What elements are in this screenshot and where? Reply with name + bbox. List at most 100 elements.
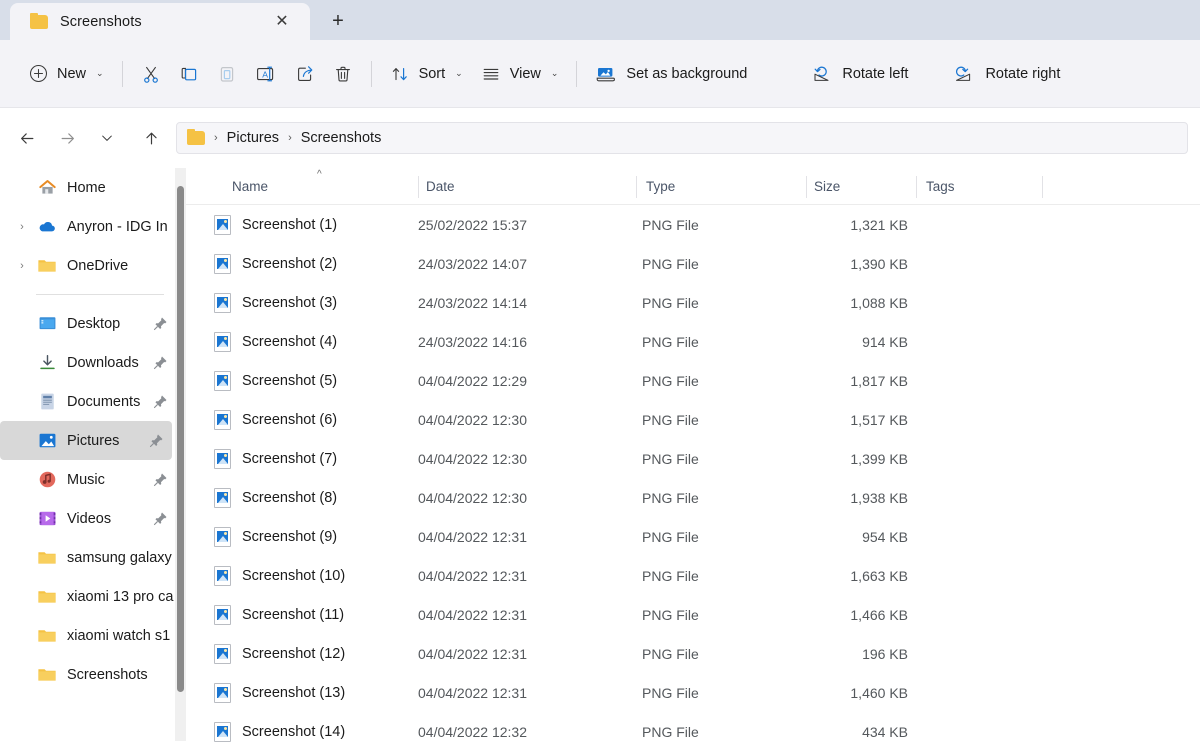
sidebar-item-desktop[interactable]: Desktop [0, 304, 176, 343]
sort-icon [390, 64, 410, 84]
file-type-cell: PNG File [642, 256, 699, 272]
file-name-cell[interactable]: Screenshot (2) [214, 254, 337, 274]
column-header-tags[interactable]: Tags [926, 168, 955, 205]
rotate-left-label: Rotate left [842, 66, 908, 82]
table-row[interactable]: Screenshot (11)04/04/2022 12:31PNG File1… [186, 595, 1192, 634]
sidebar-item-screenshots[interactable]: Screenshots [0, 655, 176, 694]
column-divider[interactable] [806, 176, 807, 198]
close-icon[interactable]: ✕ [272, 12, 292, 32]
recent-locations-button[interactable] [90, 121, 124, 155]
set-as-background-icon [595, 64, 617, 84]
file-name-cell[interactable]: Screenshot (8) [214, 488, 337, 508]
share-button[interactable] [286, 56, 324, 92]
column-divider[interactable] [916, 176, 917, 198]
file-name-cell[interactable]: Screenshot (6) [214, 410, 337, 430]
table-row[interactable]: Screenshot (3)24/03/2022 14:14PNG File1,… [186, 283, 1192, 322]
new-tab-icon[interactable]: + [324, 8, 352, 34]
column-header-size[interactable]: Size [814, 168, 840, 205]
column-header-name[interactable]: Name [232, 168, 268, 205]
file-name-cell[interactable]: Screenshot (1) [214, 215, 337, 235]
file-name-cell[interactable]: Screenshot (7) [214, 449, 337, 469]
table-row[interactable]: Screenshot (5)04/04/2022 12:29PNG File1,… [186, 361, 1192, 400]
sidebar-item-anyron-idg[interactable]: › Anyron - IDG In [0, 207, 176, 246]
file-name-cell[interactable]: Screenshot (11) [214, 605, 344, 625]
file-name-cell[interactable]: Screenshot (13) [214, 683, 345, 703]
file-type-cell: PNG File [642, 646, 699, 662]
sidebar-item-videos[interactable]: Videos [0, 499, 176, 538]
toolbar-divider-2 [371, 61, 372, 87]
table-row[interactable]: Screenshot (14)04/04/2022 12:32PNG File4… [186, 712, 1192, 751]
forward-button[interactable] [50, 121, 84, 155]
sidebar-item-documents[interactable]: Documents [0, 382, 176, 421]
view-button[interactable]: View ⌄ [472, 56, 568, 92]
address-bar[interactable]: › Pictures › Screenshots [176, 122, 1188, 154]
rename-button[interactable]: A [246, 56, 286, 92]
expand-chevron-icon[interactable]: › [8, 260, 36, 272]
table-row[interactable]: Screenshot (6)04/04/2022 12:30PNG File1,… [186, 400, 1192, 439]
view-label: View [510, 66, 541, 82]
tab-screenshots[interactable]: Screenshots ✕ [10, 3, 310, 40]
table-row[interactable]: Screenshot (7)04/04/2022 12:30PNG File1,… [186, 439, 1192, 478]
file-name-label: Screenshot (6) [242, 412, 337, 428]
column-headers: ^ Name Date Type Size Tags [186, 168, 1200, 205]
file-list-pane: ^ Name Date Type Size Tags Screenshot (1… [186, 168, 1200, 741]
set-as-background-button[interactable]: Set as background [586, 56, 756, 92]
sidebar-item-downloads[interactable]: Downloads [0, 343, 176, 382]
file-size-cell: 954 KB [802, 529, 908, 545]
file-name-cell[interactable]: Screenshot (12) [214, 644, 345, 664]
table-row[interactable]: Screenshot (9)04/04/2022 12:31PNG File95… [186, 517, 1192, 556]
sidebar-item-home[interactable]: Home [0, 168, 176, 207]
file-name-cell[interactable]: Screenshot (10) [214, 566, 345, 586]
sidebar-item-music[interactable]: Music [0, 460, 176, 499]
rotate-right-button[interactable]: Rotate right [945, 56, 1069, 92]
rotate-right-icon [954, 64, 976, 84]
sidebar-item-label: Videos [67, 511, 111, 527]
table-row[interactable]: Screenshot (12)04/04/2022 12:31PNG File1… [186, 634, 1192, 673]
title-bar: Screenshots ✕ + [0, 0, 1200, 40]
file-name-cell[interactable]: Screenshot (3) [214, 293, 337, 313]
file-size-cell: 1,938 KB [802, 490, 908, 506]
file-date-cell: 04/04/2022 12:30 [418, 451, 527, 467]
sidebar-scrollbar-thumb[interactable] [177, 186, 184, 692]
paste-button[interactable] [208, 56, 246, 92]
new-button[interactable]: New ⌄ [20, 56, 113, 92]
sidebar-item-label: Anyron - IDG In [67, 219, 168, 235]
file-name-cell[interactable]: Screenshot (9) [214, 527, 337, 547]
column-header-type[interactable]: Type [646, 168, 675, 205]
column-divider[interactable] [636, 176, 637, 198]
table-row[interactable]: Screenshot (8)04/04/2022 12:30PNG File1,… [186, 478, 1192, 517]
file-type-cell: PNG File [642, 334, 699, 350]
breadcrumb-screenshots[interactable]: Screenshots [295, 128, 388, 148]
file-name-cell[interactable]: Screenshot (4) [214, 332, 337, 352]
up-button[interactable] [134, 121, 168, 155]
folder-icon [30, 15, 48, 29]
cut-button[interactable] [132, 56, 170, 92]
sidebar-item-pictures[interactable]: Pictures [0, 421, 172, 460]
table-row[interactable]: Screenshot (13)04/04/2022 12:31PNG File1… [186, 673, 1192, 712]
sidebar-item-samsung-galaxy[interactable]: samsung galaxy [0, 538, 176, 577]
table-row[interactable]: Screenshot (4)24/03/2022 14:16PNG File91… [186, 322, 1192, 361]
sort-button[interactable]: Sort ⌄ [381, 56, 472, 92]
column-divider[interactable] [1042, 176, 1043, 198]
file-size-cell: 1,088 KB [802, 295, 908, 311]
copy-icon [179, 64, 199, 84]
sidebar-item-xiaomi-watch-s1[interactable]: xiaomi watch s1 [0, 616, 176, 655]
breadcrumb-pictures[interactable]: Pictures [221, 128, 285, 148]
table-row[interactable]: Screenshot (1)25/02/2022 15:37PNG File1,… [186, 205, 1192, 244]
column-divider[interactable] [418, 176, 419, 198]
copy-button[interactable] [170, 56, 208, 92]
file-type-cell: PNG File [642, 217, 699, 233]
file-name-cell[interactable]: Screenshot (14) [214, 722, 345, 742]
plus-circle-icon [29, 64, 48, 83]
clipboard-paste-icon [217, 64, 237, 84]
rotate-left-button[interactable]: Rotate left [802, 56, 917, 92]
table-row[interactable]: Screenshot (10)04/04/2022 12:31PNG File1… [186, 556, 1192, 595]
expand-chevron-icon[interactable]: › [8, 221, 36, 233]
delete-button[interactable] [324, 56, 362, 92]
back-button[interactable] [10, 121, 44, 155]
table-row[interactable]: Screenshot (2)24/03/2022 14:07PNG File1,… [186, 244, 1192, 283]
column-header-date[interactable]: Date [426, 168, 455, 205]
file-name-cell[interactable]: Screenshot (5) [214, 371, 337, 391]
sidebar-item-onedrive[interactable]: › OneDrive [0, 246, 176, 285]
sidebar-item-xiaomi-13-pro[interactable]: xiaomi 13 pro ca [0, 577, 176, 616]
